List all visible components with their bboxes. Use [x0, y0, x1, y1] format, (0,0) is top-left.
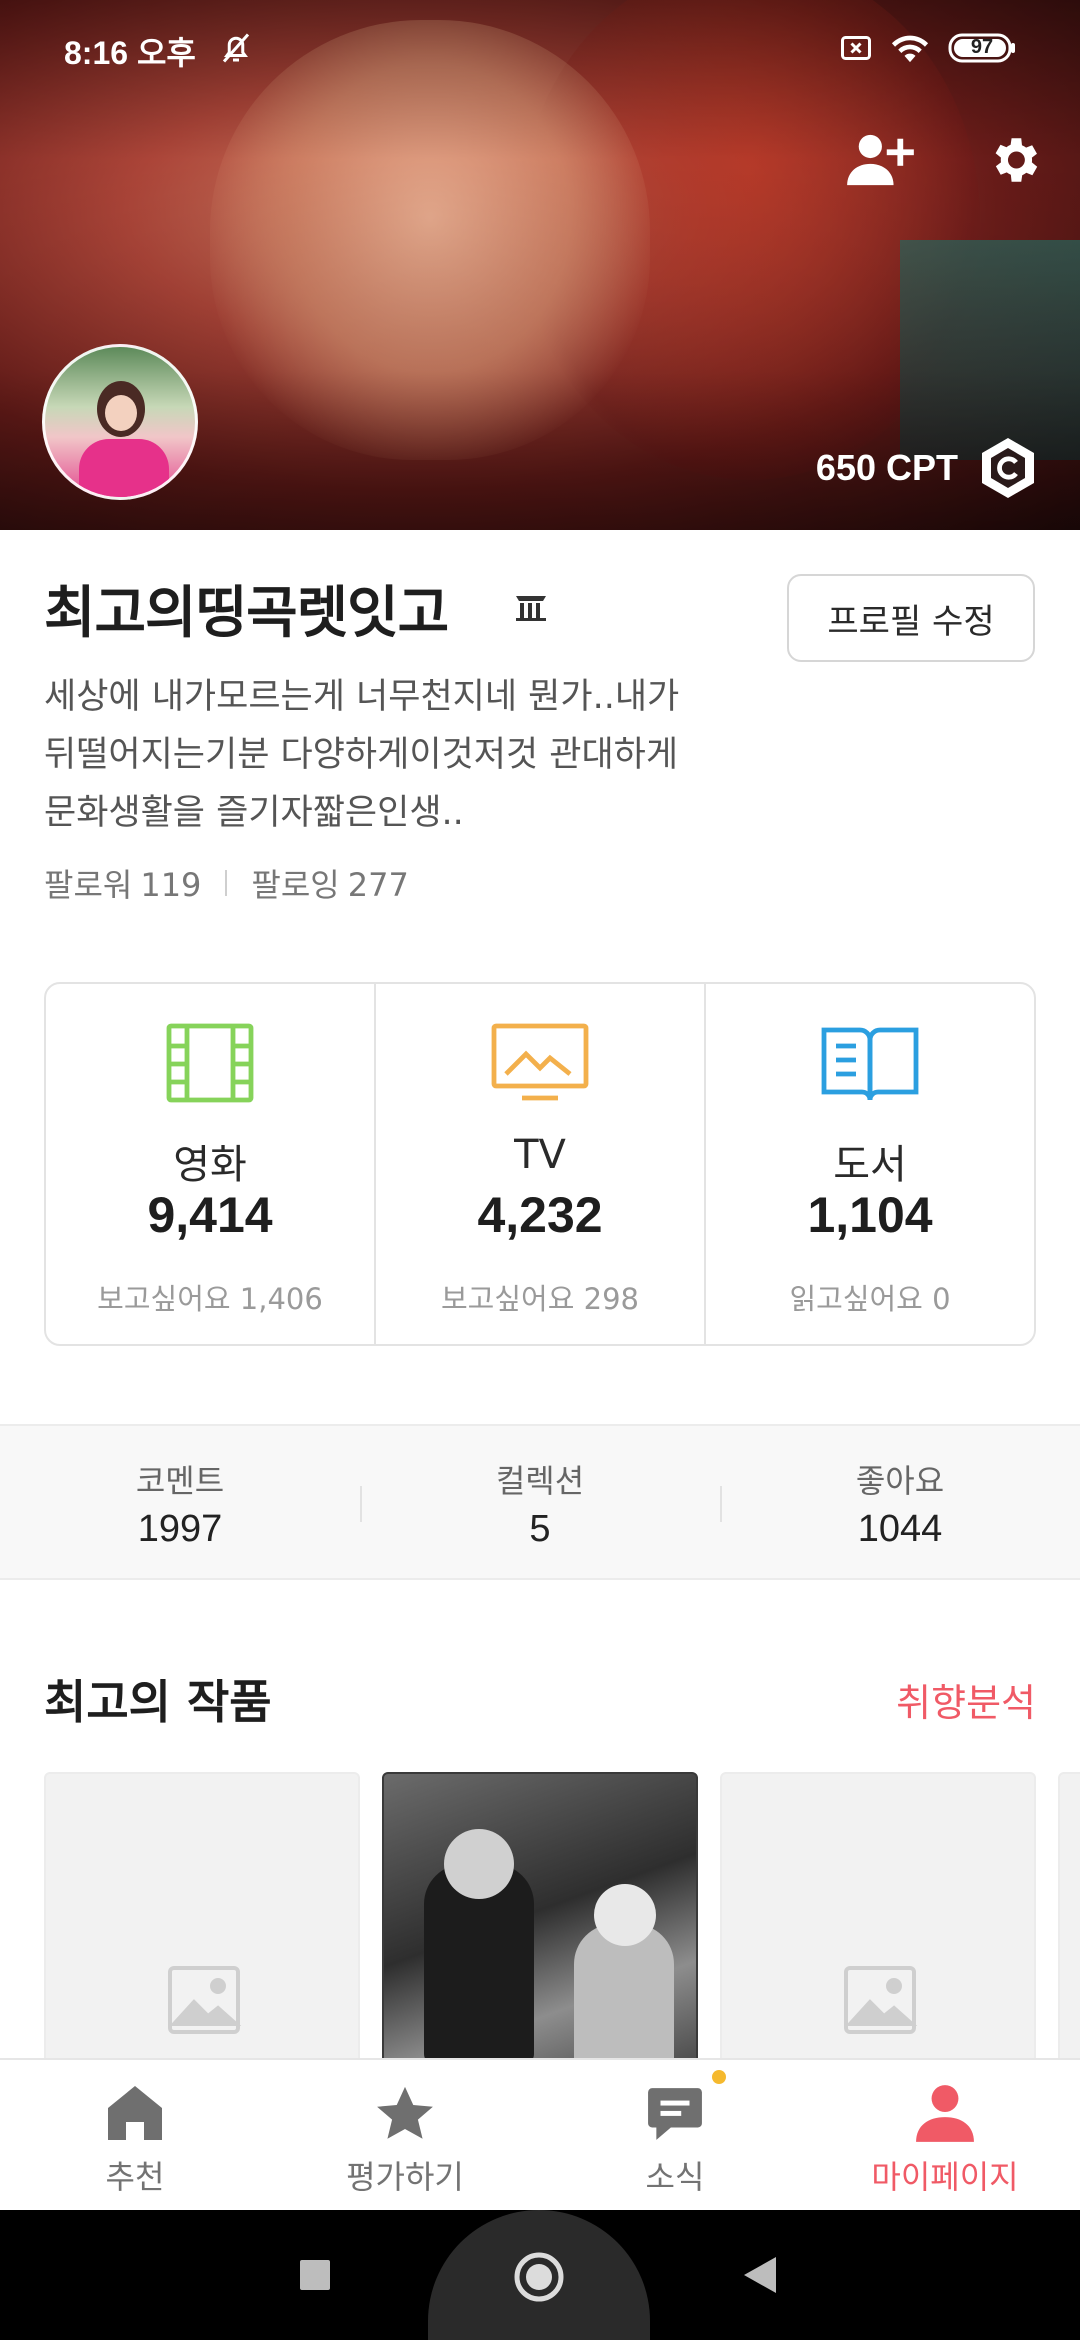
status-time: 8:16 오후	[64, 35, 196, 71]
stat-collections[interactable]: 컬렉션 5	[360, 1426, 720, 1578]
bio-line: 뒤떨어지는기분 다양하게이것저것 관대하게	[44, 735, 679, 775]
media-wishlist: 읽고싶어요 0	[789, 1282, 951, 1316]
work-card[interactable]	[1058, 1772, 1080, 2058]
nav-rate[interactable]: 평가하기	[270, 2060, 540, 2210]
best-works-carousel[interactable]	[44, 1772, 1080, 2058]
wifi-icon	[888, 30, 932, 70]
settings-button[interactable]	[974, 120, 1054, 200]
work-card[interactable]	[44, 1772, 360, 2058]
mute-icon	[218, 30, 254, 70]
following-link[interactable]: 팔로잉 277	[251, 860, 408, 906]
circle-icon	[514, 2252, 564, 2302]
stat-label: 코멘트	[135, 1462, 225, 1500]
nav-recommend[interactable]: 추천	[0, 2060, 270, 2210]
avatar[interactable]	[42, 344, 198, 500]
back-triangle-icon	[744, 2257, 776, 2293]
media-label: 도서	[833, 1142, 907, 1188]
add-friend-icon	[847, 134, 914, 186]
work-card[interactable]	[720, 1772, 1036, 2058]
tv-icon	[490, 1022, 590, 1108]
stat-comments[interactable]: 코멘트 1997	[0, 1426, 360, 1578]
person-icon	[914, 2084, 976, 2146]
nav-label: 마이페이지	[871, 2158, 1019, 2196]
sim-off-icon	[838, 30, 874, 70]
battery-level: 97	[970, 36, 994, 58]
book-icon	[820, 1022, 920, 1108]
work-card[interactable]	[382, 1772, 698, 2058]
media-label: 영화	[173, 1142, 247, 1188]
cpt-coin-icon	[982, 438, 1034, 498]
activity-stats: 코멘트 1997 컬렉션 5 좋아요 1044	[0, 1424, 1080, 1580]
media-label: TV	[514, 1132, 566, 1178]
points-display[interactable]: 650 CPT	[816, 436, 1038, 500]
stat-label: 컬렉션	[495, 1462, 585, 1500]
square-icon	[300, 2260, 330, 2290]
home-icon	[106, 2084, 164, 2144]
bottom-nav: 추천 평가하기 소식 마이페이지	[0, 2058, 1080, 2210]
section-title: 최고의 작품	[44, 1675, 272, 1729]
divider	[225, 870, 228, 896]
media-wishlist: 보고싶어요 298	[441, 1282, 639, 1316]
stat-likes[interactable]: 좋아요 1044	[720, 1426, 1080, 1578]
add-friend-button[interactable]	[840, 120, 920, 200]
points-value: 650 CPT	[815, 447, 958, 488]
media-books[interactable]: 도서 1,104 읽고싶어요 0	[704, 984, 1034, 1344]
badge-icon	[514, 592, 548, 626]
profile-bio: 세상에 내가모르는게 너무천지네 뭔가..내가 뒤떨어지는기분 다양하게이것저것…	[44, 668, 764, 842]
media-count: 1,104	[807, 1187, 933, 1243]
media-movies[interactable]: 영화 9,414 보고싶어요 1,406	[46, 984, 374, 1344]
stat-label: 좋아요	[855, 1462, 945, 1500]
followers-link[interactable]: 팔로워 119	[44, 860, 201, 906]
bio-line: 문화생활을 즐기자짧은인생..	[44, 793, 464, 833]
nav-label: 추천	[105, 2158, 165, 2196]
nav-mypage[interactable]: 마이페이지	[810, 2060, 1080, 2210]
bio-line: 세상에 내가모르는게 너무천지네 뭔가..내가	[44, 677, 680, 717]
star-icon	[374, 2084, 436, 2148]
follow-stats: 팔로워 119 팔로잉 277	[44, 860, 409, 906]
media-tv[interactable]: TV 4,232 보고싶어요 298	[374, 984, 704, 1344]
nav-label: 소식	[645, 2158, 705, 2196]
image-placeholder-icon	[842, 1964, 918, 2040]
notification-dot	[712, 2070, 726, 2084]
nav-label: 평가하기	[346, 2158, 464, 2196]
media-count: 4,232	[477, 1187, 603, 1243]
image-placeholder-icon	[166, 1964, 242, 2040]
media-stats-card: 영화 9,414 보고싶어요 1,406 TV 4,232 보고싶어요 298 …	[44, 982, 1036, 1346]
home-button[interactable]	[512, 2250, 566, 2308]
profile-name: 최고의띵곡렛잇고	[44, 581, 449, 646]
edit-profile-button[interactable]: 프로필 수정	[787, 574, 1035, 662]
following-label: 팔로잉	[251, 866, 340, 904]
stat-value: 5	[529, 1508, 551, 1550]
stat-value: 1997	[137, 1508, 223, 1550]
recents-button[interactable]	[298, 2258, 332, 2296]
gear-icon	[995, 138, 1038, 182]
media-count: 9,414	[147, 1187, 273, 1243]
followers-count: 119	[140, 866, 202, 904]
chat-icon	[646, 2084, 704, 2146]
media-wishlist: 보고싶어요 1,406	[97, 1282, 323, 1316]
back-button[interactable]	[742, 2255, 778, 2299]
taste-analysis-link[interactable]: 취향분석	[896, 1672, 1036, 1727]
nav-news[interactable]: 소식	[540, 2060, 810, 2210]
film-icon	[165, 1022, 255, 1108]
status-bar: 8:16 오후 97	[0, 0, 1080, 100]
stat-value: 1044	[857, 1508, 943, 1550]
following-count: 277	[347, 866, 409, 904]
followers-label: 팔로워	[44, 866, 133, 904]
